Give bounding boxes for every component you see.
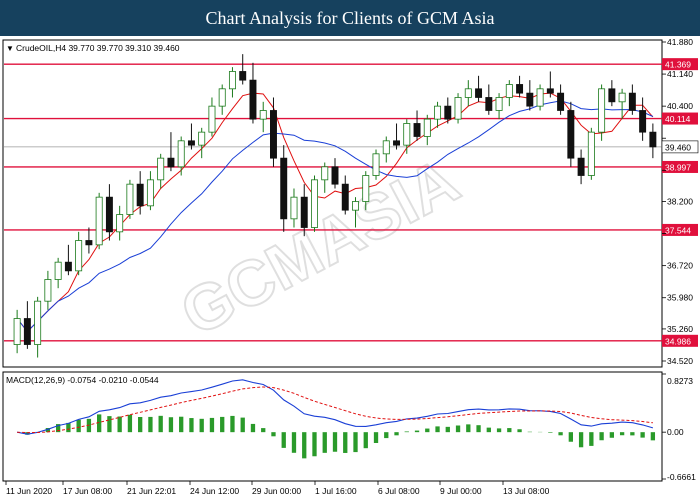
candle-body-8 — [95, 196, 103, 246]
candle-body-62 — [649, 131, 657, 148]
candle-body-43 — [454, 97, 462, 120]
candle-body-11 — [126, 183, 134, 215]
candle-body-35 — [372, 153, 380, 176]
price-tick-0: 41.880 — [667, 37, 693, 47]
candle-body-36 — [382, 140, 390, 155]
candle-body-29 — [311, 179, 318, 228]
candle-body-53 — [557, 92, 565, 111]
macd-tick-1: 0.00 — [667, 427, 684, 437]
candle-body-21 — [228, 71, 236, 90]
macd-label: MACD(12,26,9) -0.0754 -0.0210 -0.0544 — [6, 375, 159, 385]
candle-body-14 — [157, 157, 165, 181]
x-tick-2: 21 Jun 22:01 — [127, 486, 176, 496]
candle-body-49 — [516, 84, 524, 94]
candle-body-23 — [249, 79, 257, 120]
candle-body-15 — [167, 157, 175, 168]
price-tick-10: 34.520 — [667, 356, 693, 366]
candle-body-48 — [505, 84, 513, 98]
candle-body-54 — [567, 110, 575, 159]
price-tick-2: 40.400 — [667, 101, 693, 111]
candle-body-12 — [136, 183, 144, 207]
candle-body-28 — [300, 196, 308, 228]
candle-body-0 — [13, 318, 21, 345]
macd-tick-0: 0.8273 — [667, 376, 693, 386]
candle-body-17 — [187, 140, 195, 146]
candle-body-41 — [434, 105, 442, 120]
candle-body-52 — [546, 88, 554, 94]
price-tick-7: 36.720 — [667, 261, 693, 271]
candle-body-18 — [198, 131, 206, 146]
candle-body-3 — [44, 279, 52, 302]
candle-body-32 — [341, 183, 349, 211]
candle-body-51 — [536, 88, 544, 107]
candle-body-38 — [403, 123, 411, 146]
level-label-2: 38.997 — [665, 162, 691, 172]
candle-body-39 — [413, 123, 421, 137]
candle-body-45 — [475, 88, 483, 98]
candle-body-61 — [639, 110, 647, 133]
candle-body-55 — [577, 157, 585, 176]
price-tick-9: 35.260 — [667, 324, 693, 334]
candle-body-31 — [331, 166, 339, 185]
x-tick-8: 13 Jul 08:00 — [503, 486, 550, 496]
candle-body-34 — [362, 175, 370, 202]
header-title: Chart Analysis for Clients of GCM Asia — [0, 0, 700, 36]
candle-body-57 — [598, 88, 606, 133]
candle-body-46 — [485, 97, 493, 111]
level-label-1: 40.114 — [665, 114, 691, 124]
candle-body-19 — [208, 105, 216, 133]
candle-body-47 — [495, 97, 503, 111]
candle-body-30 — [321, 166, 329, 181]
candle-body-37 — [393, 140, 401, 146]
macd-tick-2: -0.6661 — [667, 472, 696, 482]
x-tick-3: 24 Jun 12:00 — [190, 486, 239, 496]
x-tick-4: 29 Jun 00:00 — [252, 486, 301, 496]
candle-body-4 — [54, 261, 62, 280]
candle-body-44 — [464, 88, 472, 98]
candle-body-27 — [290, 196, 298, 220]
candle-body-13 — [146, 179, 154, 207]
symbol-info: CrudeOIL,H4 39.770 39.770 39.310 39.460 — [16, 43, 180, 53]
candle-body-7 — [85, 240, 93, 246]
candle-body-10 — [116, 214, 124, 233]
candle-body-6 — [75, 240, 83, 272]
x-tick-1: 17 Jun 08:00 — [63, 486, 112, 496]
candle-body-60 — [628, 92, 636, 111]
candle-body-56 — [587, 131, 595, 176]
candle-body-1 — [23, 318, 31, 345]
macd-panel — [2, 371, 663, 482]
candle-body-50 — [526, 92, 534, 107]
candle-body-26 — [280, 157, 288, 220]
x-tick-5: 1 Jul 16:00 — [315, 486, 357, 496]
candle-body-58 — [608, 88, 616, 103]
x-tick-6: 6 Jul 08:00 — [378, 486, 420, 496]
price-tick-5: 38.200 — [667, 197, 693, 207]
candle-body-40 — [423, 118, 431, 137]
x-tick-7: 9 Jul 00:00 — [440, 486, 482, 496]
candle-body-20 — [218, 88, 226, 107]
candle-body-16 — [177, 140, 185, 168]
price-tick-8: 35.980 — [667, 293, 693, 303]
candle-body-33 — [352, 201, 359, 211]
candle-body-42 — [444, 105, 452, 120]
candle-body-5 — [64, 261, 72, 272]
level-label-3: 37.544 — [665, 225, 691, 235]
candle-body-22 — [239, 71, 247, 81]
x-tick-0: 11 Jun 2020 — [6, 486, 52, 496]
current-price-label: 39.460 — [665, 142, 691, 152]
candle-body-2 — [34, 300, 42, 345]
arrow-down-icon: ▼ — [6, 44, 14, 53]
price-tick-1: 41.140 — [667, 69, 693, 79]
level-label-4: 34.986 — [665, 336, 691, 346]
candle-body-9 — [105, 196, 113, 233]
candle-body-25 — [269, 110, 277, 159]
chart-canvas: GCMASIA ▼ CrudeOIL,H4 39.770 39.770 39.3… — [0, 36, 700, 500]
candle-body-24 — [259, 110, 267, 120]
candle-body-59 — [618, 92, 626, 103]
